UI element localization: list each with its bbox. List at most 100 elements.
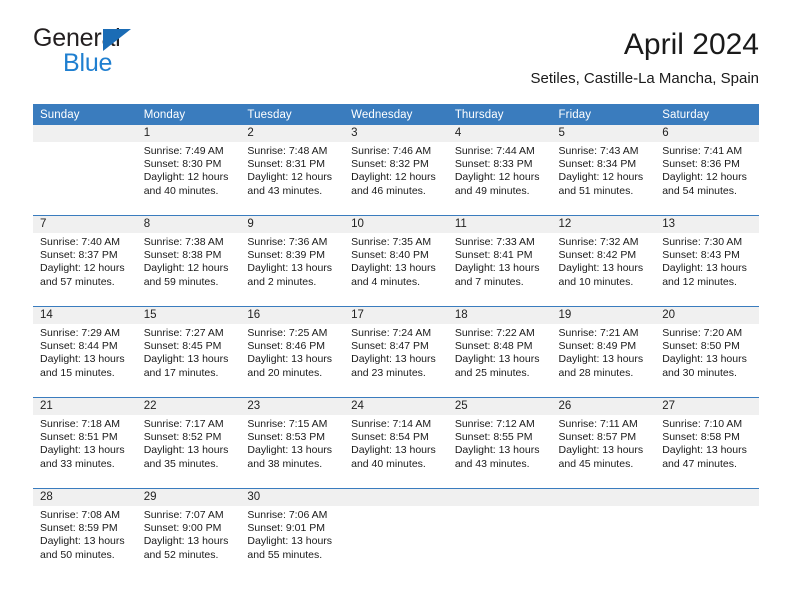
sunset-text: Sunset: 8:32 PM — [351, 158, 429, 171]
day-info: Sunrise: 7:11 AM Sunset: 8:57 PM Daylight:… — [552, 415, 656, 471]
day-cell-content: 20 Sunrise: 7:20 AM Sunset: 8:50 PM Dayligh… — [655, 307, 759, 397]
sunrise-text: Sunrise: 7:15 AM — [247, 418, 328, 430]
calendar-day-cell[interactable]: 10 Sunrise: 7:35 AM Sunset: 8:40 PM Dayligh… — [344, 215, 448, 307]
day-number: 29 — [136, 489, 241, 506]
calendar-day-cell[interactable]: 26 Sunrise: 7:11 AM Sunset: 8:57 PM Dayligh… — [551, 397, 656, 489]
daylight-text: Daylight: 13 hours and 12 minutes. — [662, 262, 747, 288]
day-info: Sunrise: 7:07 AM Sunset: 9:00 PM Daylight:… — [137, 506, 241, 562]
calendar-day-cell[interactable]: 18 Sunrise: 7:22 AM Sunset: 8:48 PM Dayligh… — [447, 306, 552, 398]
daylight-text: Daylight: 13 hours and 10 minutes. — [558, 262, 644, 288]
calendar-day-cell[interactable]: 29 Sunrise: 7:07 AM Sunset: 9:00 PM Dayligh… — [136, 488, 241, 579]
day-cell-content — [551, 489, 656, 579]
sunrise-text: Sunrise: 7:06 AM — [247, 509, 328, 521]
daylight-text: Daylight: 13 hours and 40 minutes. — [351, 444, 436, 470]
sunset-text: Sunset: 8:55 PM — [454, 431, 533, 444]
day-number — [344, 489, 448, 506]
calendar-day-cell[interactable]: 14 Sunrise: 7:29 AM Sunset: 8:44 PM Dayligh… — [33, 306, 137, 398]
day-info: Sunrise: 7:49 AM Sunset: 8:30 PM Daylight:… — [137, 142, 241, 198]
calendar-day-cell[interactable]: 3 Sunrise: 7:46 AM Sunset: 8:32 PM Daylight… — [344, 125, 448, 216]
calendar-week-row: 21 Sunrise: 7:18 AM Sunset: 8:51 PM Dayligh… — [33, 397, 759, 489]
sunrise-text: Sunrise: 7:49 AM — [143, 145, 224, 157]
day-info — [344, 506, 448, 509]
calendar-day-cell[interactable]: 21 Sunrise: 7:18 AM Sunset: 8:51 PM Dayligh… — [33, 397, 137, 489]
daylight-text: Daylight: 13 hours and 33 minutes. — [40, 444, 125, 470]
day-cell-content — [447, 489, 552, 579]
sunset-text: Sunset: 8:37 PM — [40, 249, 118, 262]
calendar-day-cell[interactable]: 4 Sunrise: 7:44 AM Sunset: 8:33 PM Daylight… — [447, 125, 552, 216]
day-number: 25 — [447, 398, 552, 415]
day-number: 3 — [344, 125, 448, 142]
sunrise-text: Sunrise: 7:25 AM — [247, 327, 328, 339]
day-cell-content: 25 Sunrise: 7:12 AM Sunset: 8:55 PM Dayligh… — [447, 398, 552, 488]
sunrise-text: Sunrise: 7:29 AM — [40, 327, 120, 339]
day-cell-content: 16 Sunrise: 7:25 AM Sunset: 8:46 PM Dayligh… — [240, 307, 345, 397]
calendar-day-cell[interactable]: 24 Sunrise: 7:14 AM Sunset: 8:54 PM Dayligh… — [344, 397, 448, 489]
day-number — [655, 489, 759, 506]
daylight-text: Daylight: 12 hours and 54 minutes. — [662, 171, 747, 197]
calendar-day-cell[interactable]: 20 Sunrise: 7:20 AM Sunset: 8:50 PM Dayligh… — [655, 306, 759, 398]
day-info: Sunrise: 7:27 AM Sunset: 8:45 PM Daylight:… — [137, 324, 241, 380]
day-cell-content: 1 Sunrise: 7:49 AM Sunset: 8:30 PM Daylight… — [136, 125, 241, 215]
daylight-text: Daylight: 13 hours and 7 minutes. — [454, 262, 540, 288]
page-header: General Blue April 2024 Setiles, Castill… — [33, 26, 759, 98]
sunset-text: Sunset: 8:53 PM — [247, 431, 326, 444]
day-number: 22 — [136, 398, 241, 415]
sunrise-text: Sunrise: 7:24 AM — [351, 327, 432, 339]
calendar-day-cell[interactable]: 28 Sunrise: 7:08 AM Sunset: 8:59 PM Dayligh… — [33, 488, 137, 579]
calendar-day-cell[interactable]: 27 Sunrise: 7:10 AM Sunset: 8:58 PM Dayligh… — [655, 397, 759, 489]
sunset-text: Sunset: 9:00 PM — [143, 522, 222, 535]
day-cell-content: 13 Sunrise: 7:30 AM Sunset: 8:43 PM Dayligh… — [655, 216, 759, 306]
calendar-day-cell[interactable]: 6 Sunrise: 7:41 AM Sunset: 8:36 PM Daylight… — [655, 125, 759, 216]
day-cell-content — [33, 125, 137, 215]
daylight-text: Daylight: 13 hours and 47 minutes. — [662, 444, 747, 470]
sunset-text: Sunset: 8:59 PM — [40, 522, 118, 535]
calendar-day-cell[interactable]: 11 Sunrise: 7:33 AM Sunset: 8:41 PM Dayligh… — [447, 215, 552, 307]
day-number: 27 — [655, 398, 759, 415]
calendar-day-cell[interactable]: 5 Sunrise: 7:43 AM Sunset: 8:34 PM Daylight… — [551, 125, 656, 216]
weekday-header-row: Sunday Monday Tuesday Wednesday Thursday… — [33, 104, 759, 125]
calendar-day-cell[interactable]: 22 Sunrise: 7:17 AM Sunset: 8:52 PM Dayligh… — [136, 397, 241, 489]
daylight-text: Daylight: 13 hours and 15 minutes. — [40, 353, 125, 379]
sunrise-text: Sunrise: 7:40 AM — [40, 236, 120, 248]
calendar-day-cell[interactable]: 12 Sunrise: 7:32 AM Sunset: 8:42 PM Dayligh… — [551, 215, 656, 307]
calendar-day-cell[interactable]: 16 Sunrise: 7:25 AM Sunset: 8:46 PM Dayligh… — [240, 306, 345, 398]
day-cell-content: 19 Sunrise: 7:21 AM Sunset: 8:49 PM Dayligh… — [551, 307, 656, 397]
calendar-day-cell[interactable]: 2 Sunrise: 7:48 AM Sunset: 8:31 PM Daylight… — [240, 125, 345, 216]
calendar-day-cell[interactable]: 30 Sunrise: 7:06 AM Sunset: 9:01 PM Dayligh… — [240, 488, 345, 579]
day-info: Sunrise: 7:32 AM Sunset: 8:42 PM Daylight:… — [552, 233, 656, 289]
calendar-day-cell[interactable]: 25 Sunrise: 7:12 AM Sunset: 8:55 PM Dayligh… — [447, 397, 552, 489]
sunset-text: Sunset: 8:44 PM — [40, 340, 118, 353]
calendar-day-cell[interactable]: 19 Sunrise: 7:21 AM Sunset: 8:49 PM Dayligh… — [551, 306, 656, 398]
calendar-day-cell[interactable]: 7 Sunrise: 7:40 AM Sunset: 8:37 PM Daylight… — [33, 215, 137, 307]
calendar-week-row: 28 Sunrise: 7:08 AM Sunset: 8:59 PM Dayligh… — [33, 488, 759, 579]
general-blue-logo[interactable]: General Blue — [33, 26, 253, 86]
sunset-text: Sunset: 8:57 PM — [558, 431, 637, 444]
day-cell-content: 28 Sunrise: 7:08 AM Sunset: 8:59 PM Dayligh… — [33, 489, 137, 579]
day-cell-content: 9 Sunrise: 7:36 AM Sunset: 8:39 PM Daylight… — [240, 216, 345, 306]
calendar-day-cell[interactable]: 15 Sunrise: 7:27 AM Sunset: 8:45 PM Dayligh… — [136, 306, 241, 398]
sunrise-text: Sunrise: 7:14 AM — [351, 418, 432, 430]
calendar-day-cell[interactable]: 23 Sunrise: 7:15 AM Sunset: 8:53 PM Dayligh… — [240, 397, 345, 489]
sunset-text: Sunset: 8:39 PM — [247, 249, 326, 262]
calendar-day-cell[interactable]: 13 Sunrise: 7:30 AM Sunset: 8:43 PM Dayligh… — [655, 215, 759, 307]
calendar-day-cell[interactable]: 17 Sunrise: 7:24 AM Sunset: 8:47 PM Dayligh… — [344, 306, 448, 398]
day-info: Sunrise: 7:20 AM Sunset: 8:50 PM Daylight:… — [655, 324, 759, 380]
sunrise-text: Sunrise: 7:48 AM — [247, 145, 328, 157]
sunrise-text: Sunrise: 7:22 AM — [454, 327, 535, 339]
sunset-text: Sunset: 8:40 PM — [351, 249, 429, 262]
calendar-day-cell[interactable]: 8 Sunrise: 7:38 AM Sunset: 8:38 PM Daylight… — [136, 215, 241, 307]
day-cell-content: 24 Sunrise: 7:14 AM Sunset: 8:54 PM Dayligh… — [344, 398, 448, 488]
calendar-day-cell[interactable]: 9 Sunrise: 7:36 AM Sunset: 8:39 PM Daylight… — [240, 215, 345, 307]
day-number: 23 — [240, 398, 345, 415]
day-info — [448, 506, 552, 509]
calendar-day-cell[interactable]: 1 Sunrise: 7:49 AM Sunset: 8:30 PM Daylight… — [136, 125, 241, 216]
day-cell-content: 23 Sunrise: 7:15 AM Sunset: 8:53 PM Dayligh… — [240, 398, 345, 488]
day-info — [655, 506, 759, 509]
day-info: Sunrise: 7:06 AM Sunset: 9:01 PM Daylight:… — [240, 506, 344, 562]
daylight-text: Daylight: 13 hours and 17 minutes. — [143, 353, 229, 379]
day-info: Sunrise: 7:08 AM Sunset: 8:59 PM Daylight:… — [33, 506, 137, 562]
day-info: Sunrise: 7:18 AM Sunset: 8:51 PM Daylight:… — [33, 415, 137, 471]
daylight-text: Daylight: 12 hours and 46 minutes. — [351, 171, 436, 197]
day-number: 26 — [551, 398, 656, 415]
daylight-text: Daylight: 13 hours and 55 minutes. — [247, 535, 333, 561]
